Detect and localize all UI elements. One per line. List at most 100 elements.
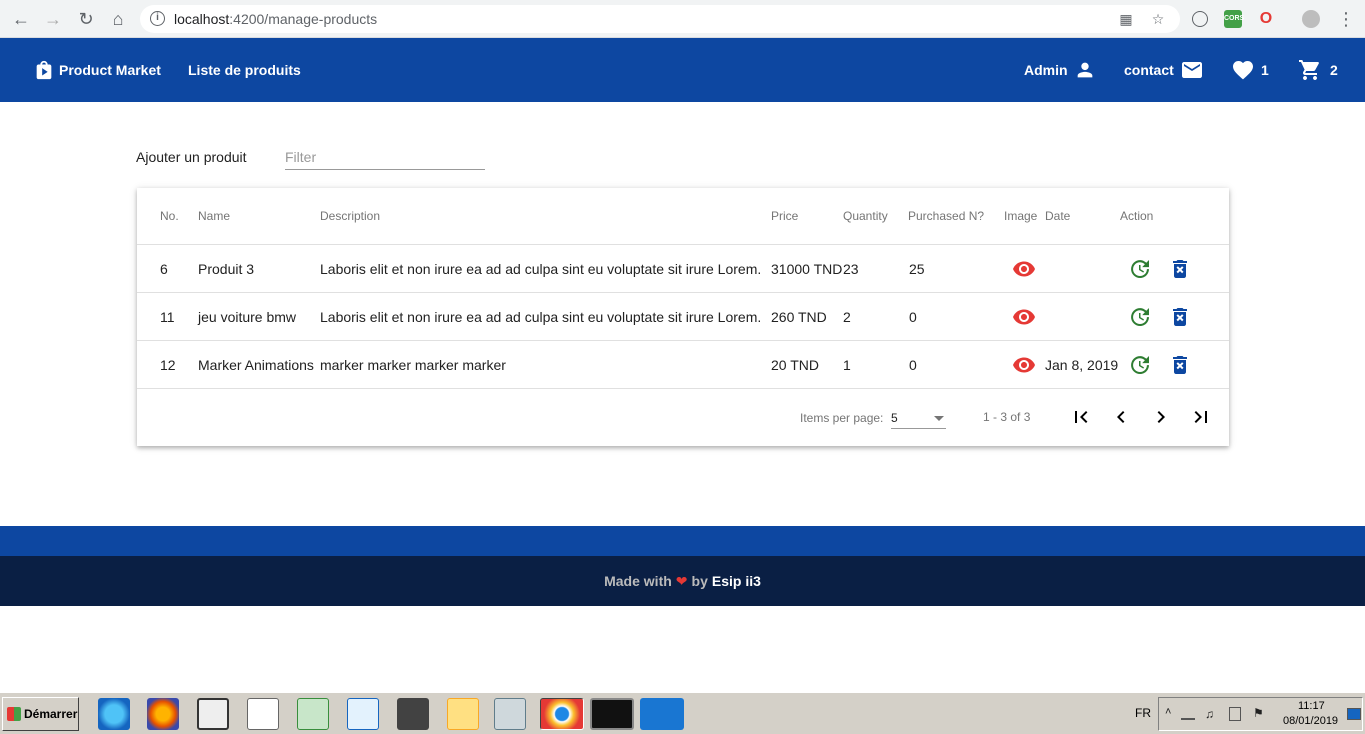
firefox-icon[interactable]	[147, 698, 179, 730]
site-info-icon[interactable]: i	[150, 11, 165, 26]
language-indicator[interactable]: FR	[1135, 706, 1151, 720]
update-icon[interactable]	[1128, 353, 1152, 377]
home-icon[interactable]: ⌂	[107, 8, 129, 30]
admin-link[interactable]: Admin	[1024, 38, 1096, 102]
window-app-icon[interactable]	[347, 698, 379, 730]
next-page-icon[interactable]	[1149, 405, 1173, 429]
back-icon[interactable]: ←	[10, 8, 32, 30]
view-eye-icon[interactable]	[1012, 305, 1036, 329]
chrome-icon[interactable]	[540, 698, 584, 730]
clock-date[interactable]: 08/01/2019	[1283, 715, 1338, 727]
sublime-text-icon[interactable]	[397, 698, 429, 730]
url-text[interactable]: localhost:4200/manage-products	[174, 11, 377, 27]
table-row: 11 jeu voiture bmw Laboris elit et non i…	[137, 293, 1229, 341]
volume-icon[interactable]: ♫	[1205, 707, 1214, 721]
clock-time[interactable]: 11:17	[1298, 700, 1325, 712]
cell-quantity: 1	[843, 357, 851, 373]
brand-link[interactable]: Product Market	[33, 38, 161, 102]
reload-icon[interactable]: ↻	[75, 8, 97, 30]
cell-description: Laboris elit et non irure ea ad ad culpa…	[320, 309, 762, 325]
update-icon[interactable]	[1128, 305, 1152, 329]
opera-extension-icon[interactable]: O	[1257, 10, 1275, 28]
delete-icon[interactable]	[1168, 353, 1192, 377]
col-price[interactable]: Price	[771, 209, 798, 223]
network-icon[interactable]	[1181, 708, 1195, 720]
file-explorer-icon[interactable]	[447, 698, 479, 730]
cell-no: 11	[160, 309, 175, 325]
address-bar[interactable]: i localhost:4200/manage-products ▦ ☆	[140, 5, 1180, 33]
mail-icon	[1181, 62, 1202, 78]
add-product-link[interactable]: Ajouter un produit	[136, 149, 247, 165]
footer-brand: Esip ii3	[711, 573, 761, 589]
cell-price: 260 TND	[771, 309, 827, 325]
footer-band	[0, 526, 1365, 556]
range-label: 1 - 3 of 3	[983, 410, 1031, 424]
profile-avatar-icon[interactable]	[1302, 10, 1320, 28]
last-page-icon[interactable]	[1189, 405, 1213, 429]
show-desktop-icon[interactable]	[1347, 708, 1361, 720]
internet-explorer-icon[interactable]	[98, 698, 130, 730]
command-prompt-icon[interactable]	[590, 698, 634, 730]
unity-icon[interactable]	[197, 698, 229, 730]
menu-dots-icon[interactable]: ⋮	[1335, 8, 1357, 30]
delete-icon[interactable]	[1168, 257, 1192, 281]
cart-count: 2	[1330, 62, 1338, 78]
cart-icon	[1299, 60, 1319, 80]
url-path: :4200/manage-products	[229, 11, 378, 27]
cell-purchased: 0	[909, 309, 917, 325]
url-host: localhost	[174, 11, 230, 27]
view-eye-icon[interactable]	[1012, 353, 1036, 377]
taskbar: Démarrer FR ˄ ♫ ⚑ 11:17 08/01/2019	[0, 692, 1365, 734]
wishlist-link[interactable]: 1	[1231, 38, 1269, 102]
flag-icon[interactable]: ⚑	[1253, 706, 1264, 720]
view-eye-icon[interactable]	[1012, 257, 1036, 281]
delete-icon[interactable]	[1168, 305, 1192, 329]
start-button[interactable]: Démarrer	[2, 697, 79, 731]
app-header: Product Market Liste de produits Admin c…	[0, 38, 1365, 102]
brand-name: Product Market	[59, 62, 161, 78]
footer: Made with ❤ by Esip ii3	[0, 556, 1365, 606]
cell-purchased: 0	[909, 357, 917, 373]
vscode-icon[interactable]	[640, 698, 684, 730]
footer-made-with: Made with	[604, 573, 672, 589]
nav-products-link[interactable]: Liste de produits	[188, 38, 301, 102]
col-purchased[interactable]: Purchased N?	[908, 209, 984, 223]
filter-input[interactable]	[285, 144, 485, 170]
tray-expand-icon[interactable]: ˄	[1165, 706, 1171, 718]
media-player-icon[interactable]	[247, 698, 279, 730]
cors-extension-icon[interactable]: CORS	[1224, 10, 1244, 28]
person-icon	[1077, 62, 1092, 78]
col-image[interactable]: Image	[1004, 209, 1037, 223]
notepad-plus-icon[interactable]	[297, 698, 329, 730]
col-date[interactable]: Date	[1045, 209, 1070, 223]
first-page-icon[interactable]	[1069, 405, 1093, 429]
cell-description: Laboris elit et non irure ea ad ad culpa…	[320, 261, 762, 277]
cell-price: 20 TND	[771, 357, 819, 373]
update-icon[interactable]	[1128, 257, 1152, 281]
cell-no: 12	[160, 357, 176, 373]
translate-icon[interactable]: ▦	[1118, 11, 1134, 27]
forward-icon[interactable]: →	[42, 8, 64, 30]
page-size-select[interactable]: 5	[891, 405, 946, 429]
usb-icon[interactable]	[1229, 707, 1241, 721]
cell-date: Jan 8, 2019	[1045, 357, 1119, 373]
paginator: Items per page: 5 1 - 3 of 3	[137, 389, 1229, 446]
col-no[interactable]: No.	[160, 209, 179, 223]
heart-icon: ❤	[675, 572, 688, 589]
bookmark-star-icon[interactable]: ☆	[1150, 11, 1166, 27]
cell-name: Marker Animations	[198, 357, 314, 373]
cell-purchased: 25	[909, 261, 925, 277]
contact-link[interactable]: contact	[1124, 38, 1204, 102]
start-label: Démarrer	[24, 707, 78, 721]
col-name[interactable]: Name	[198, 209, 230, 223]
col-action: Action	[1120, 209, 1154, 223]
col-quantity[interactable]: Quantity	[843, 209, 888, 223]
extension-icon[interactable]	[1192, 11, 1208, 27]
col-description[interactable]: Description	[320, 209, 380, 223]
notepad-icon[interactable]	[494, 698, 526, 730]
products-table: No. Name Description Price Quantity Purc…	[137, 188, 1229, 446]
cart-link[interactable]: 2	[1298, 38, 1338, 102]
wishlist-count: 1	[1261, 62, 1269, 78]
previous-page-icon[interactable]	[1109, 405, 1133, 429]
heart-icon	[1233, 61, 1253, 80]
